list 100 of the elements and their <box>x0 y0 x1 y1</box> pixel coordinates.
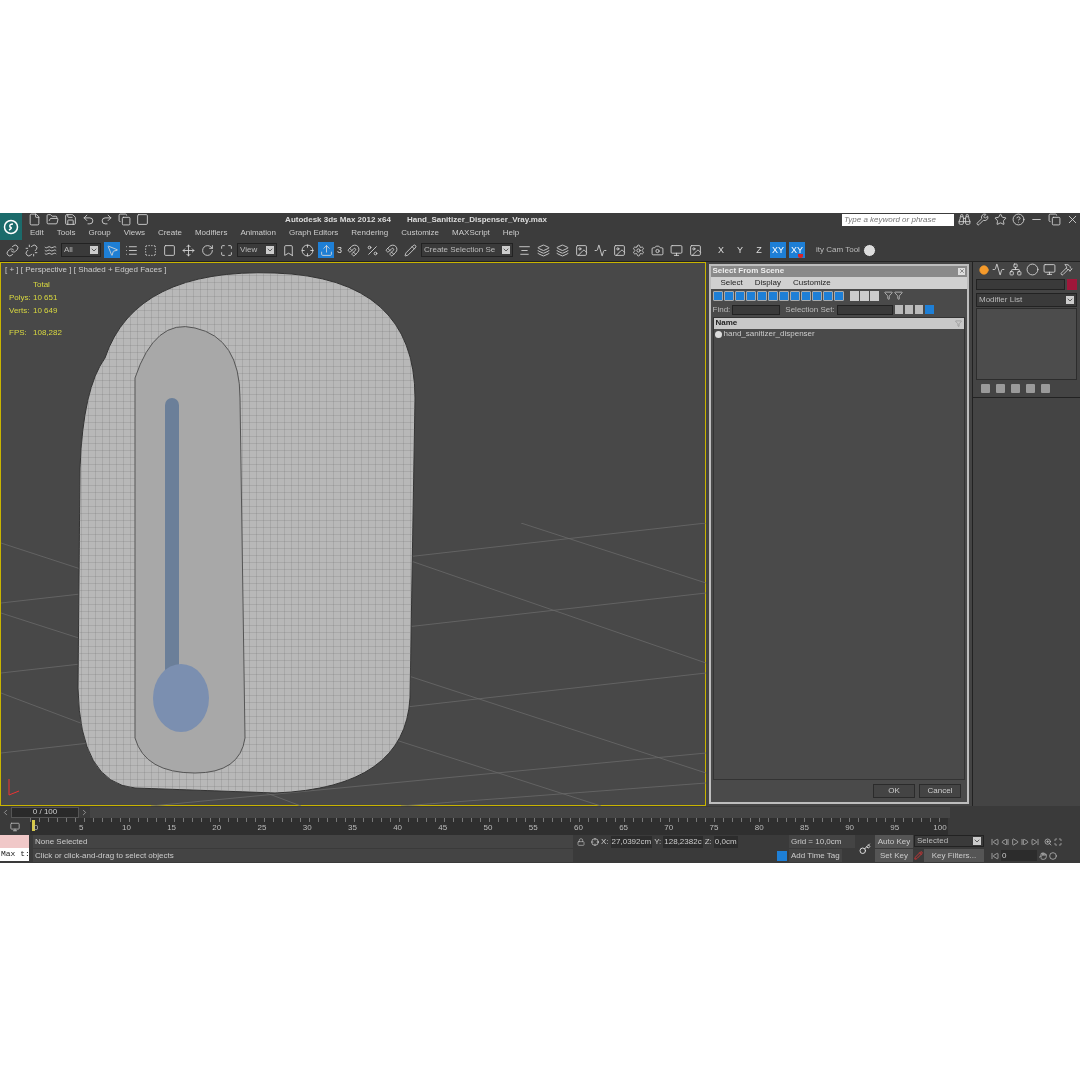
go-to-start-icon[interactable] <box>991 837 999 846</box>
object-color-swatch[interactable] <box>1067 278 1077 290</box>
menu-item[interactable]: Graph Editors <box>288 227 339 239</box>
spinner-snap-icon[interactable] <box>383 242 399 259</box>
menu-item[interactable]: Display <box>754 276 781 289</box>
menu-item[interactable]: Edit <box>30 227 44 239</box>
current-frame-field[interactable]: 0 <box>1001 850 1037 862</box>
dialog-button[interactable]: Cancel <box>919 784 961 799</box>
tick-label: 50 <box>483 823 493 834</box>
tick-label: 65 <box>619 823 629 834</box>
menu-item[interactable]: Tools <box>56 227 76 239</box>
menu-item[interactable]: Views <box>123 227 145 239</box>
coordinate-dropdown[interactable]: View <box>237 243 277 258</box>
selection-filter-dropdown[interactable]: All <box>61 243 101 258</box>
display-icon[interactable] <box>1041 261 1057 278</box>
y-coordinate-field[interactable]: 128,2382c <box>663 836 703 849</box>
menu-item[interactable]: Help <box>502 227 520 239</box>
x-coordinate-field[interactable]: 27,0392cm <box>610 836 653 849</box>
next-frame-icon[interactable] <box>1021 837 1029 846</box>
wrench-icon[interactable] <box>974 211 990 228</box>
manipulate-icon[interactable] <box>318 242 334 259</box>
filter-icon[interactable] <box>893 291 903 301</box>
utilities-icon[interactable] <box>1058 261 1074 278</box>
region-icon[interactable] <box>142 242 158 259</box>
window-icon[interactable] <box>161 242 177 259</box>
grid-size: Grid = 10,0cm <box>789 835 855 849</box>
object-name-field[interactable] <box>976 278 1065 290</box>
star-icon[interactable] <box>992 211 1008 228</box>
menu-item[interactable]: MAXScript <box>452 227 490 239</box>
axis-button[interactable]: Z <box>751 242 767 259</box>
frame-marker[interactable] <box>32 820 35 832</box>
column-header[interactable]: Name <box>715 317 738 330</box>
key-icon[interactable] <box>859 843 871 855</box>
window-icon[interactable] <box>134 211 150 228</box>
image-icon[interactable] <box>573 242 589 259</box>
modifier-list-dropdown[interactable]: Modifier List <box>976 292 1077 307</box>
caret-icon <box>266 246 274 255</box>
tick-label: 30 <box>302 823 312 834</box>
rotate-icon[interactable] <box>199 242 215 259</box>
zoom-icon[interactable] <box>1044 837 1052 846</box>
unlink-icon[interactable] <box>23 242 39 259</box>
curve-icon[interactable] <box>592 242 608 259</box>
magnet-icon[interactable] <box>345 242 361 259</box>
viewport-label[interactable]: [ + ] [ Perspective ] [ Shaded + Edged Faces ] <box>5 263 167 276</box>
named-selection-dropdown[interactable]: Create Selection Se <box>421 243 513 258</box>
cam-tool-icon[interactable] <box>862 244 876 257</box>
tick-label: 10 <box>121 823 131 834</box>
menu-item[interactable]: Create <box>157 227 182 239</box>
save-icon[interactable] <box>62 211 78 228</box>
viewport[interactable]: [ + ] [ Perspective ] [ Shaded + Edged Faces ] Total Polys: 10 651 Verts: 10 649 FPS: 108,282 <box>0 261 706 807</box>
pencil-icon[interactable] <box>402 242 418 259</box>
menu-item[interactable]: Animation <box>240 227 276 239</box>
axis-button[interactable]: XY <box>789 242 805 259</box>
menu-item[interactable]: Customize <box>401 227 440 239</box>
set-key-button[interactable]: Set Key <box>875 849 913 863</box>
auto-key-button[interactable]: Auto Key <box>875 835 913 849</box>
modify-icon[interactable] <box>990 261 1006 278</box>
add-time-tag-button[interactable]: Add Time Tag <box>789 849 842 863</box>
axis-button[interactable]: XY <box>770 242 786 259</box>
pan-icon[interactable] <box>1039 851 1047 860</box>
track-bar[interactable]: 0 5 10 15 20 25 30 35 40 45 50 55 60 65 70 75 80 85 90 95 100 <box>30 818 948 836</box>
menu-item[interactable]: Rendering <box>351 227 389 239</box>
find-field[interactable] <box>732 304 781 315</box>
play-icon[interactable] <box>1011 837 1019 846</box>
pivot-icon[interactable] <box>299 242 315 259</box>
z-coordinate-field[interactable]: 0,0cm <box>713 836 738 849</box>
key-mode-icon[interactable] <box>991 851 999 860</box>
binoculars-icon[interactable] <box>956 211 972 228</box>
help-icon[interactable] <box>1010 211 1026 228</box>
menu-item[interactable]: Modifiers <box>194 227 228 239</box>
time-slider-thumb[interactable]: 0 / 100 <box>11 806 79 818</box>
axis-button[interactable]: X <box>713 242 729 259</box>
hierarchy-icon[interactable] <box>1007 261 1023 278</box>
key-filters-button[interactable]: Key Filters... <box>924 849 984 863</box>
scene-object-row[interactable]: hand_sanitizer_dispenser <box>713 328 964 340</box>
menu-item[interactable]: Customize <box>793 276 831 289</box>
app-logo-icon[interactable] <box>0 213 22 240</box>
move-icon[interactable] <box>180 242 196 259</box>
menu-item[interactable]: Select <box>720 276 743 289</box>
maxscript-listener[interactable]: Max t: <box>0 848 29 862</box>
search-field[interactable]: Type a keyword or phrase <box>842 213 954 226</box>
axis-button[interactable]: Y <box>732 242 748 259</box>
tick-label: 95 <box>890 823 900 834</box>
snap-toggle[interactable]: 3 <box>337 243 342 258</box>
tick-label: 15 <box>167 823 177 834</box>
link-icon[interactable] <box>4 242 20 259</box>
lock-icon[interactable] <box>577 838 585 847</box>
layers-icon[interactable] <box>554 242 570 259</box>
go-to-end-icon[interactable] <box>1031 837 1039 846</box>
previous-frame-icon[interactable] <box>1001 837 1009 846</box>
x-label: X: <box>601 836 609 849</box>
dialog-button[interactable]: OK <box>873 784 915 799</box>
menu-item[interactable]: Group <box>88 227 111 239</box>
create-icon[interactable] <box>979 264 989 275</box>
filter-icon[interactable] <box>883 291 893 301</box>
zoom-extents-icon[interactable] <box>1054 837 1062 846</box>
restore-icon[interactable] <box>1046 211 1062 228</box>
select-icon[interactable] <box>104 242 120 259</box>
key-mode-dropdown[interactable]: Selected <box>914 835 984 848</box>
frame-icon[interactable] <box>668 242 684 259</box>
